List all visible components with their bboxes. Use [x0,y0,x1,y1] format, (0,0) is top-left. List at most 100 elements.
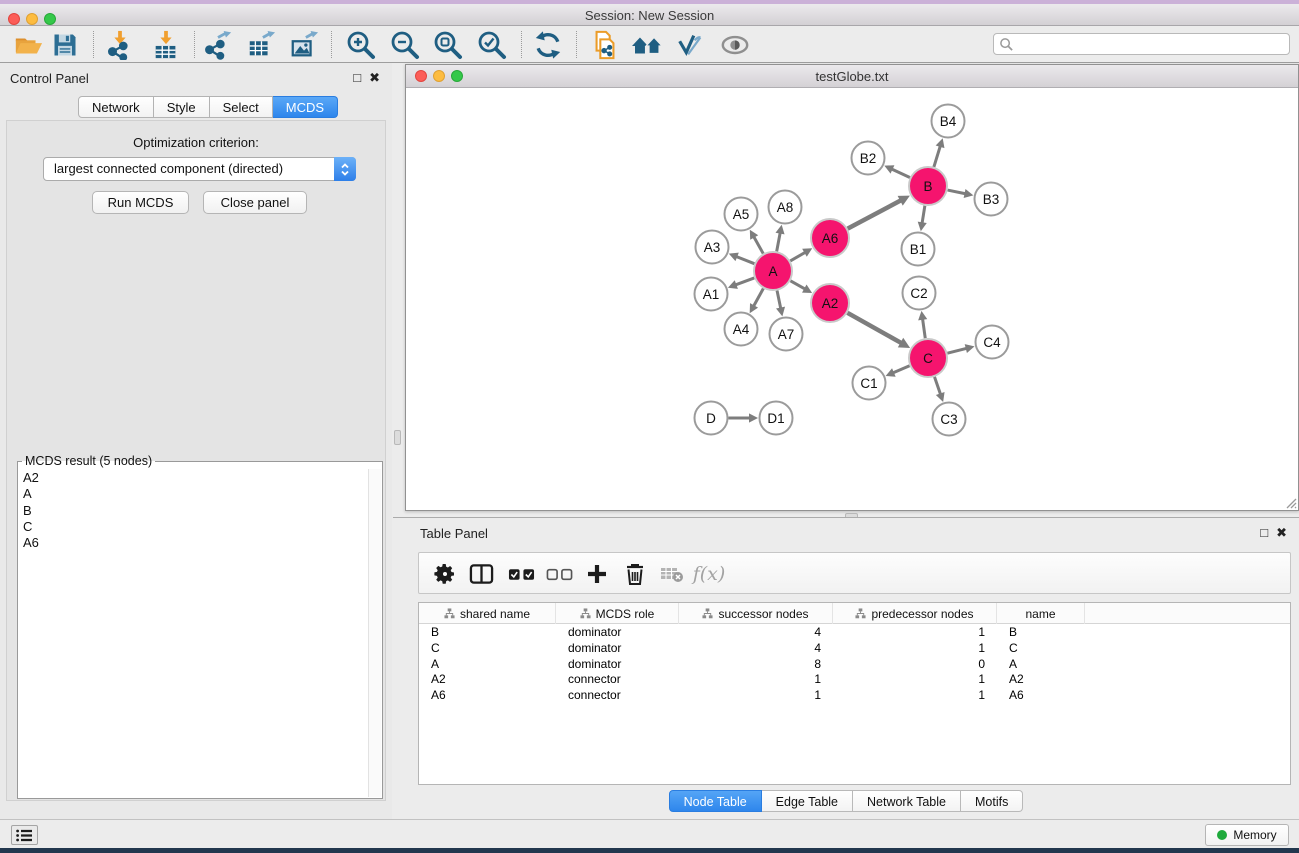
column-header-predecessor-nodes[interactable]: predecessor nodes [833,603,997,624]
column-header-name[interactable]: name [997,603,1085,624]
memory-button[interactable]: Memory [1205,824,1289,846]
table-cell[interactable]: C [419,641,556,657]
table-cell[interactable]: 8 [679,657,833,673]
graph-edge-A6-B[interactable] [848,200,901,228]
home-layout-button[interactable] [630,30,664,60]
zoom-fit-button[interactable] [431,30,465,60]
refresh-layout-button[interactable] [531,30,565,60]
table-cell[interactable]: dominator [556,625,679,641]
table-cell[interactable]: 1 [679,672,833,688]
tab-network[interactable]: Network [78,96,154,118]
export-table-button[interactable] [244,30,278,60]
deselect-all-rows-button[interactable] [543,558,575,590]
table-cell[interactable]: B [419,625,556,641]
tab-edge-table[interactable]: Edge Table [762,790,853,812]
table-cell[interactable]: A [997,657,1085,673]
table-cell[interactable]: 1 [679,688,833,704]
table-cell[interactable]: 1 [833,625,997,641]
graph-edge-C-C4[interactable] [947,348,966,353]
delete-column-button[interactable] [619,558,651,590]
table-cell[interactable]: 0 [833,657,997,673]
export-network-button[interactable] [201,30,235,60]
table-row-B[interactable]: Bdominator41B [419,625,1290,641]
run-mcds-button[interactable]: Run MCDS [92,191,189,214]
table-cell[interactable]: 1 [833,672,997,688]
graph-edge-C-C3[interactable] [935,377,941,395]
graph-edge-C-C1[interactable] [893,366,910,373]
graph-edge-A-A3[interactable] [736,257,754,264]
table-row-A6[interactable]: A6connector11A6 [419,688,1290,704]
result-item[interactable]: A6 [20,535,367,551]
task-history-button[interactable] [11,825,38,845]
import-network-button[interactable] [103,30,137,60]
select-all-rows-button[interactable] [505,558,537,590]
save-session-button[interactable] [48,30,82,60]
table-cell[interactable]: dominator [556,657,679,673]
result-scrollbar[interactable] [368,469,381,797]
table-row-A2[interactable]: A2connector11A2 [419,672,1290,688]
table-cell[interactable]: connector [556,672,679,688]
table-cell[interactable]: A [419,657,556,673]
optimization-criterion-select[interactable]: largest connected component (directed) [43,157,356,181]
result-item[interactable]: A2 [20,470,367,486]
zoom-out-button[interactable] [388,30,422,60]
graph-edge-B-B2[interactable] [892,169,910,178]
table-cell[interactable]: 1 [833,641,997,657]
table-cell[interactable]: connector [556,688,679,704]
search-input[interactable] [1014,35,1289,53]
float-panel-icon[interactable]: □ [1260,525,1268,540]
table-cell[interactable]: C [997,641,1085,657]
table-cell[interactable]: A2 [419,672,556,688]
result-item[interactable]: B [20,503,367,519]
import-table-button[interactable] [149,30,183,60]
hide-graphics-details-button[interactable] [673,30,707,60]
tab-mcds[interactable]: MCDS [273,96,338,118]
graph-edge-A-A5[interactable] [754,237,763,254]
result-item[interactable]: A [20,486,367,502]
table-cell[interactable]: dominator [556,641,679,657]
tab-style[interactable]: Style [154,96,210,118]
close-panel-icon[interactable]: ✖ [369,70,380,85]
graph-edge-A-A8[interactable] [777,233,781,252]
resize-grip-icon[interactable] [1283,495,1297,509]
graph-edge-A-A2[interactable] [790,281,805,289]
column-header-successor-nodes[interactable]: successor nodes [679,603,833,624]
clone-network-button[interactable] [588,30,622,60]
add-column-button[interactable] [581,558,613,590]
table-cell[interactable]: 4 [679,625,833,641]
graph-edge-B-B1[interactable] [922,206,925,224]
graph-edge-B-B3[interactable] [948,190,966,194]
column-header-MCDS-role[interactable]: MCDS role [556,603,679,624]
graph-edge-B-B4[interactable] [934,146,940,167]
graph-edge-A-A1[interactable] [735,278,754,285]
graph-edge-A-A4[interactable] [754,289,764,307]
table-cell[interactable]: 4 [679,641,833,657]
show-graphics-details-button[interactable] [718,30,752,60]
table-cell[interactable]: A2 [997,672,1085,688]
column-visibility-button[interactable] [465,558,497,590]
table-cell[interactable]: A6 [419,688,556,704]
close-panel-icon[interactable]: ✖ [1276,525,1287,540]
table-cell[interactable]: B [997,625,1085,641]
tab-network-table[interactable]: Network Table [853,790,961,812]
table-row-C[interactable]: Cdominator41C [419,641,1290,657]
result-item[interactable]: C [20,519,367,535]
float-panel-icon[interactable]: □ [353,70,361,85]
zoom-in-button[interactable] [344,30,378,60]
zoom-selected-button[interactable] [475,30,509,60]
graph-edge-C-C2[interactable] [923,319,926,338]
graph-edge-A-A7[interactable] [777,291,781,309]
splitter-handle-vertical[interactable] [394,430,401,445]
network-canvas[interactable]: B4B2BB3A8A5A6A3B1AC2A1A2A4A7C4CC1DD1C3 [406,88,1298,510]
tab-node-table[interactable]: Node Table [669,790,762,812]
table-cell[interactable]: A6 [997,688,1085,704]
tab-select[interactable]: Select [210,96,273,118]
table-cell[interactable]: 1 [833,688,997,704]
table-row-A[interactable]: Adominator80A [419,657,1290,673]
column-header-shared-name[interactable]: shared name [419,603,556,624]
graph-edge-A-A6[interactable] [790,252,805,261]
open-session-button[interactable] [11,30,45,60]
graph-edge-A2-C[interactable] [847,313,901,343]
close-panel-button[interactable]: Close panel [203,191,307,214]
tab-motifs[interactable]: Motifs [961,790,1023,812]
